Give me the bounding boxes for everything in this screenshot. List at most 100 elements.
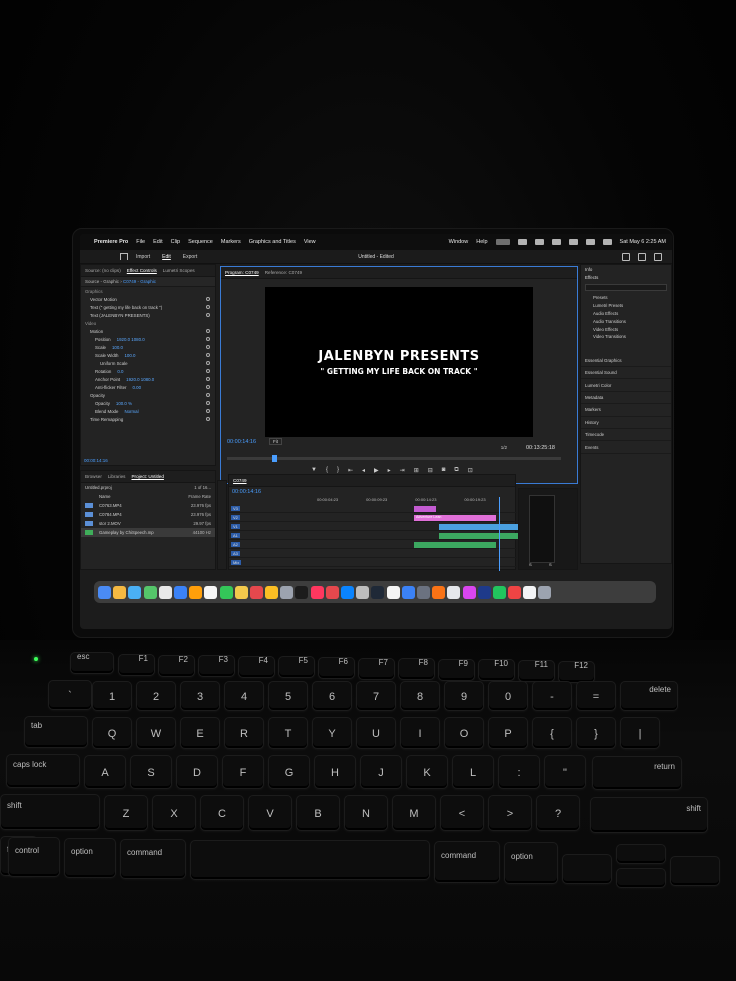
effect-property-row[interactable]: Opacity — [81, 391, 215, 399]
dock-app-icon[interactable] — [173, 585, 187, 599]
dock-app-icon[interactable] — [128, 585, 142, 599]
number-key[interactable]: 3 — [180, 681, 220, 711]
number-key[interactable]: 6 — [312, 681, 352, 711]
effects-folder[interactable]: Video Effects — [581, 325, 671, 333]
timeline-track[interactable]: V2 Adventure Lean — [229, 514, 517, 522]
resolution-select[interactable]: 1/2 — [501, 445, 507, 450]
letter-key[interactable]: " — [544, 755, 586, 789]
timeline-track[interactable]: Mix — [229, 559, 517, 567]
step-forward-icon[interactable]: ▸ — [388, 467, 391, 474]
tab-effect-controls[interactable]: Effect Controls — [127, 268, 157, 273]
dock-app-icon[interactable] — [219, 585, 233, 599]
function-key[interactable]: F12 — [558, 660, 595, 683]
tab-project[interactable]: Project: Untitled — [131, 474, 163, 479]
letter-key[interactable]: G — [268, 755, 310, 789]
option-key[interactable]: option — [64, 838, 116, 878]
project-item[interactable]: Gameplay by ChiSpeech.mp 44100 Hz — [81, 528, 215, 537]
letter-key[interactable]: F — [222, 755, 264, 789]
track-label[interactable]: Mix — [231, 560, 242, 565]
timeline-track[interactable]: V3 — [229, 505, 517, 513]
dock-app-icon[interactable] — [325, 585, 339, 599]
function-key[interactable]: F5 — [278, 656, 315, 679]
dock-app-icon[interactable] — [143, 585, 157, 599]
letter-key[interactable]: S — [130, 755, 172, 789]
creative-cloud-icon[interactable] — [517, 239, 527, 245]
effect-property-row[interactable]: Anti-flicker Filter 0.00 — [81, 383, 215, 391]
effects-folder[interactable]: Audio Effects — [581, 310, 671, 318]
timeline-playhead[interactable] — [499, 497, 500, 571]
dock-app-icon[interactable] — [113, 585, 127, 599]
track-label[interactable]: A3 — [231, 551, 240, 556]
number-key[interactable]: 4 — [224, 681, 264, 711]
tab-sequence[interactable]: C0749 — [233, 478, 247, 483]
esc-key[interactable]: esc — [70, 652, 114, 674]
dock-app-icon[interactable] — [477, 585, 491, 599]
letter-key[interactable]: : — [498, 755, 540, 789]
letter-key[interactable]: D — [176, 755, 218, 789]
function-key[interactable]: F1 — [118, 654, 155, 676]
tab-key[interactable]: tab — [24, 716, 88, 748]
letter-key[interactable]: P — [488, 717, 528, 749]
menu-edit[interactable]: Edit — [153, 239, 162, 245]
letter-key[interactable]: W — [136, 717, 176, 749]
step-back-icon[interactable]: ◂ — [362, 467, 365, 474]
effects-search-input[interactable] — [585, 284, 667, 291]
letter-key[interactable]: R — [224, 717, 264, 749]
wifi-icon[interactable] — [568, 239, 578, 245]
reset-icon[interactable] — [206, 305, 210, 309]
share-icon[interactable] — [638, 253, 646, 261]
number-key[interactable]: 9 — [444, 681, 484, 711]
dock-app-icon[interactable] — [462, 585, 476, 599]
add-marker-icon[interactable]: ▼ — [311, 467, 317, 474]
panel-section[interactable]: Essential Graphics — [581, 355, 671, 368]
property-value[interactable]: 0.0 — [117, 369, 123, 374]
play-icon[interactable]: ▶ — [374, 467, 379, 474]
dock-app-icon[interactable] — [356, 585, 370, 599]
dock-app-icon[interactable] — [204, 585, 218, 599]
reset-icon[interactable] — [206, 401, 210, 405]
control-key[interactable]: control — [8, 837, 60, 877]
multicam-icon[interactable]: ⊡ — [468, 467, 473, 474]
letter-key[interactable]: H — [314, 755, 356, 789]
letter-key[interactable]: K — [406, 755, 448, 789]
letter-key[interactable]: Q — [92, 717, 132, 749]
col-frame-rate[interactable]: Frame Rate — [188, 494, 211, 499]
arrow-down-key[interactable] — [616, 868, 666, 888]
mark-out-icon[interactable]: } — [337, 467, 339, 474]
menu-graphics[interactable]: Graphics and Titles — [249, 239, 296, 245]
function-key[interactable]: F7 — [358, 657, 395, 680]
effect-property-row[interactable]: Text (JALENBYN PRESENTS) — [81, 311, 215, 319]
letter-key[interactable]: | — [620, 717, 660, 749]
number-key[interactable]: 8 — [400, 681, 440, 711]
menu-app-name[interactable]: Premiere Pro — [94, 239, 128, 245]
tab-effects[interactable]: Effects — [581, 273, 671, 281]
letter-key[interactable]: N — [344, 795, 388, 831]
return-key[interactable]: return — [592, 756, 682, 790]
track-label[interactable]: V1 — [231, 524, 240, 529]
insert-icon[interactable]: ⊞ — [414, 467, 419, 474]
arrow-up-key[interactable] — [616, 844, 666, 864]
effects-folder[interactable]: Video Transitions — [581, 333, 671, 341]
effects-folder[interactable]: Audio Transitions — [581, 317, 671, 325]
panel-section[interactable]: Events — [581, 441, 671, 454]
panel-section[interactable]: Metadata — [581, 392, 671, 405]
col-name[interactable]: Name — [99, 494, 110, 499]
timeline-track[interactable]: A1 — [229, 532, 524, 540]
panel-section[interactable]: History — [581, 417, 671, 429]
letter-key[interactable]: < — [440, 795, 484, 831]
dock-app-icon[interactable] — [341, 585, 354, 599]
number-key[interactable]: = — [576, 681, 616, 711]
letter-key[interactable]: L — [452, 755, 494, 789]
number-key[interactable]: 7 — [356, 681, 396, 711]
letter-key[interactable]: C — [200, 795, 244, 831]
timeline-timecode[interactable]: 00:00:14:16 — [232, 489, 261, 495]
menu-clip[interactable]: Clip — [171, 239, 180, 245]
workspaces-icon[interactable] — [622, 253, 630, 261]
letter-key[interactable]: J — [360, 755, 402, 789]
reset-icon[interactable] — [206, 369, 210, 373]
dock-app-icon[interactable] — [401, 585, 415, 599]
reset-icon[interactable] — [206, 393, 210, 397]
letter-key[interactable]: > — [488, 795, 532, 831]
space-bar[interactable] — [190, 840, 430, 880]
letter-key[interactable]: B — [296, 795, 340, 831]
